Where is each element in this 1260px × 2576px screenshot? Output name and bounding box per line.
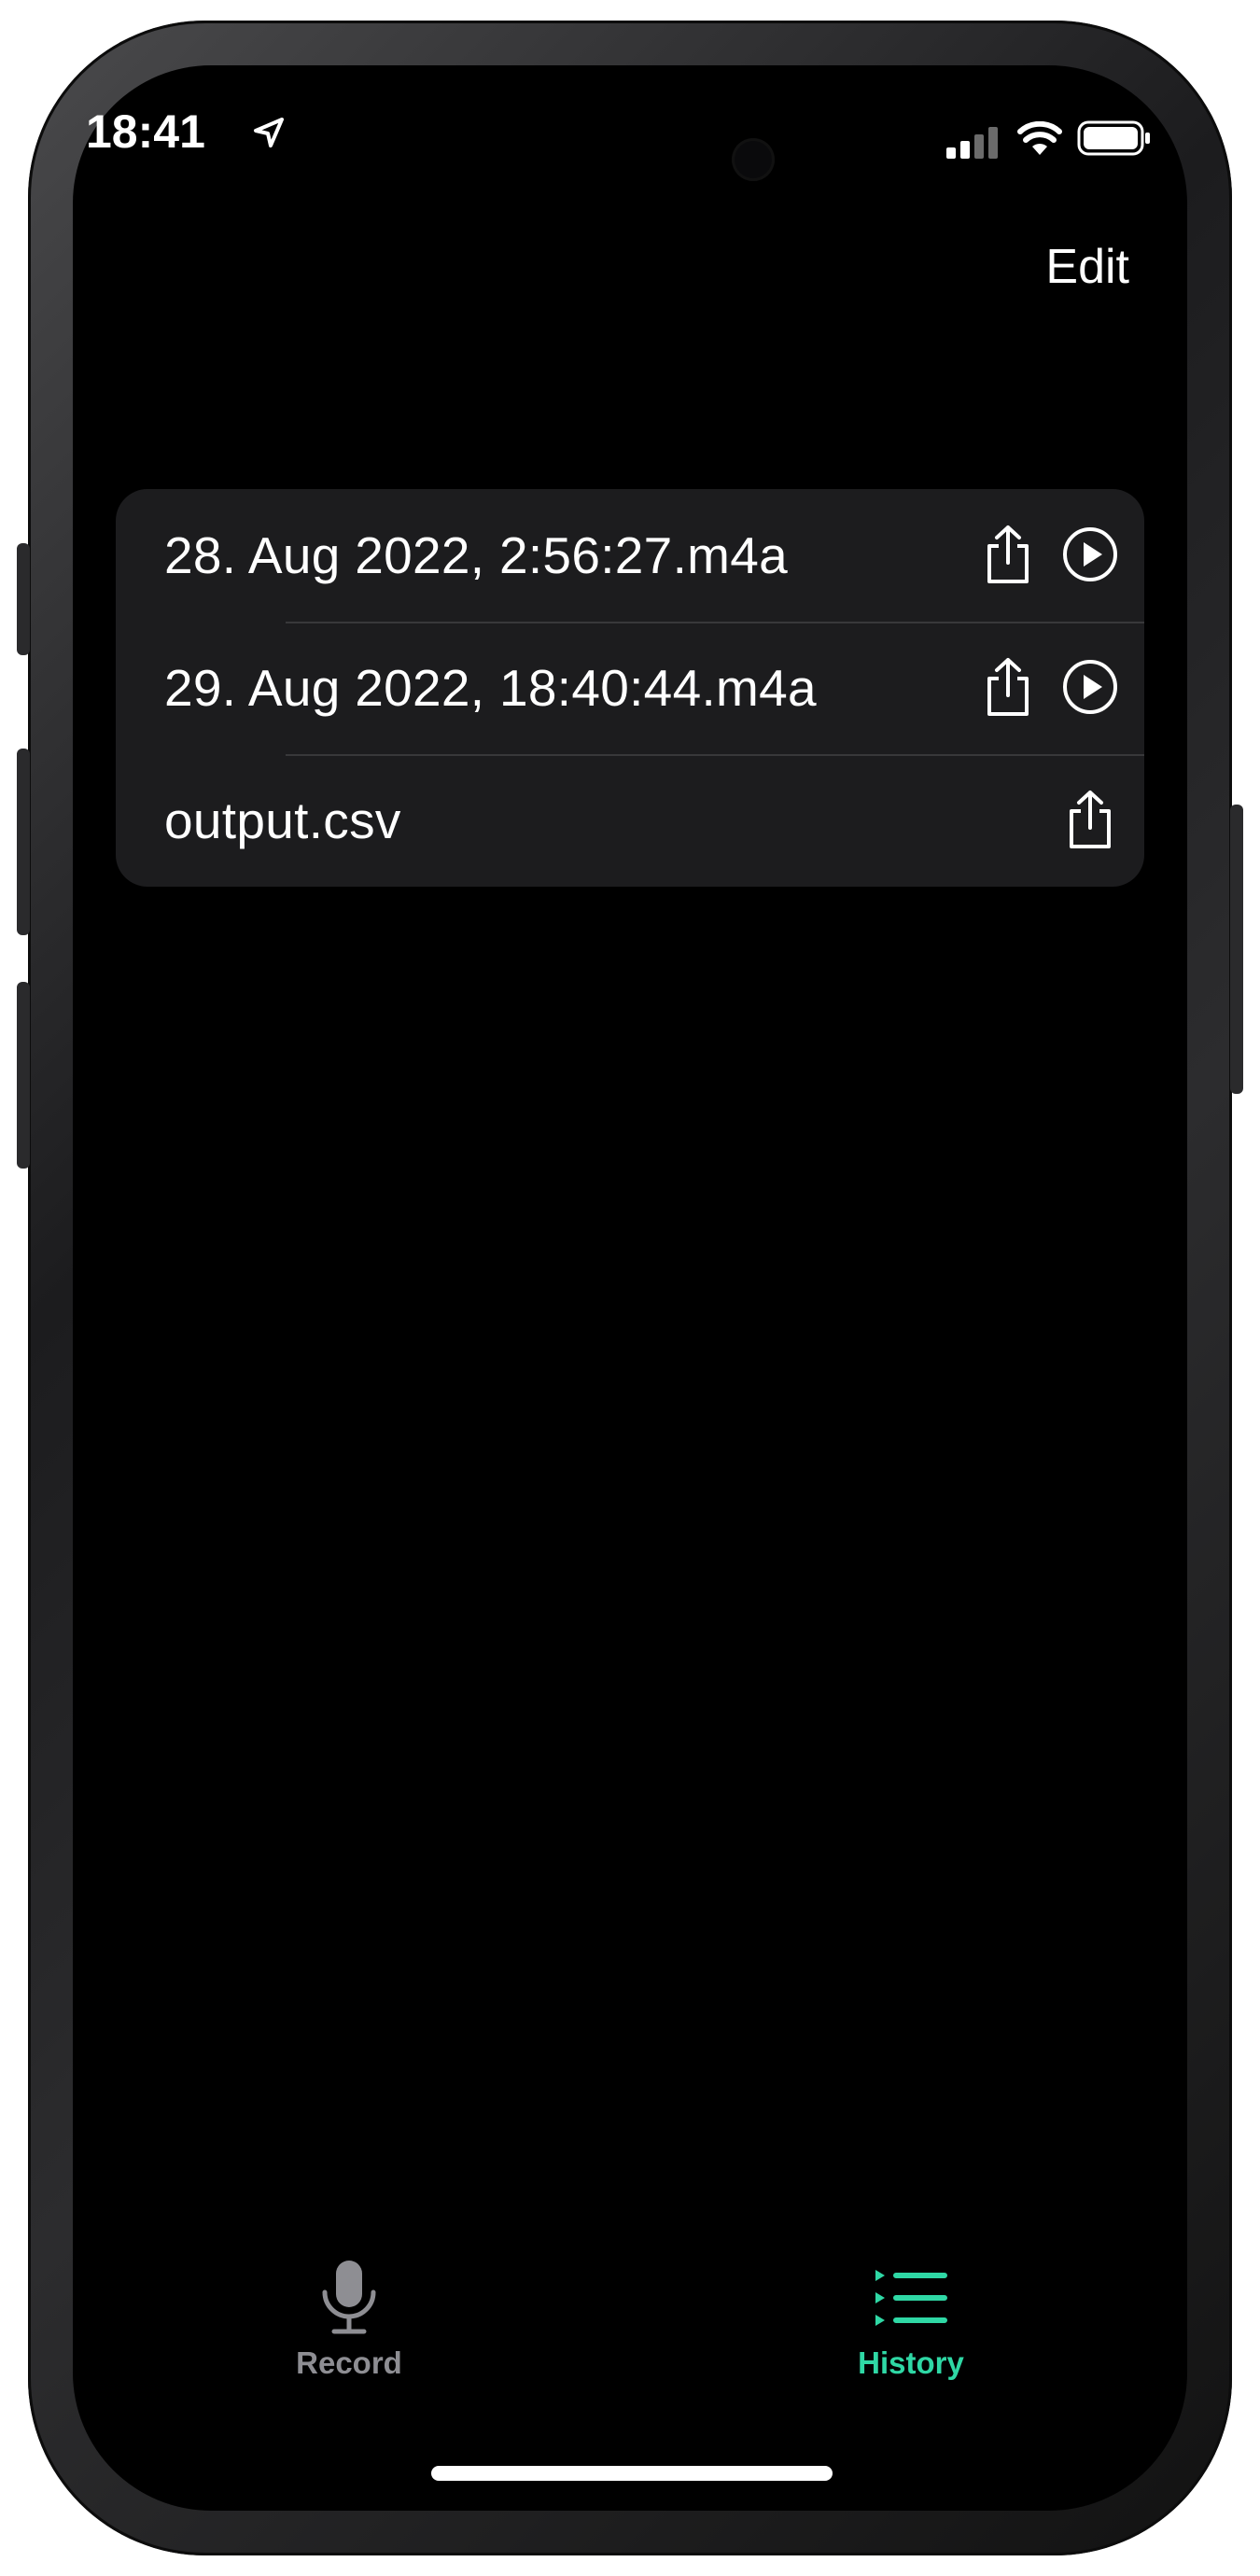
file-name: 29. Aug 2022, 18:40:44.m4a xyxy=(164,659,817,717)
cellular-signal-icon xyxy=(946,127,998,159)
file-row[interactable]: 29. Aug 2022, 18:40:44.m4a xyxy=(116,622,1144,754)
action-button xyxy=(17,543,30,655)
volume-down-button xyxy=(17,982,30,1169)
status-time: 18:41 xyxy=(86,105,205,158)
phone-frame xyxy=(17,21,1243,2555)
tab-history[interactable]: History xyxy=(799,2259,1023,2381)
list-icon xyxy=(875,2270,947,2326)
edit-button[interactable]: Edit xyxy=(1027,239,1129,295)
tab-record-label: Record xyxy=(296,2345,402,2380)
file-row[interactable]: 28. Aug 2022, 2:56:27.m4a xyxy=(116,489,1144,622)
file-row[interactable]: output.csv xyxy=(116,754,1144,887)
share-icon[interactable] xyxy=(1057,786,1124,853)
file-list: 28. Aug 2022, 2:56:27.m4a 29. Aug 2022, … xyxy=(116,489,1144,887)
power-button xyxy=(1230,805,1243,1094)
tab-history-label: History xyxy=(858,2345,964,2380)
tab-record[interactable]: Record xyxy=(237,2259,461,2381)
volume-up-button xyxy=(17,749,30,935)
home-indicator[interactable] xyxy=(431,2466,833,2481)
play-icon[interactable] xyxy=(1057,653,1124,721)
location-arrow-icon xyxy=(254,118,284,147)
front-camera xyxy=(732,138,775,181)
battery-icon xyxy=(1077,120,1150,156)
microphone-icon xyxy=(322,2261,376,2334)
file-name: output.csv xyxy=(164,791,401,849)
share-icon[interactable] xyxy=(974,653,1042,721)
share-icon[interactable] xyxy=(974,521,1042,588)
play-icon[interactable] xyxy=(1057,521,1124,588)
screen xyxy=(73,65,1187,2511)
file-name: 28. Aug 2022, 2:56:27.m4a xyxy=(164,526,789,584)
tab-bar: Record History xyxy=(0,2259,1260,2417)
wifi-icon xyxy=(1017,121,1062,155)
